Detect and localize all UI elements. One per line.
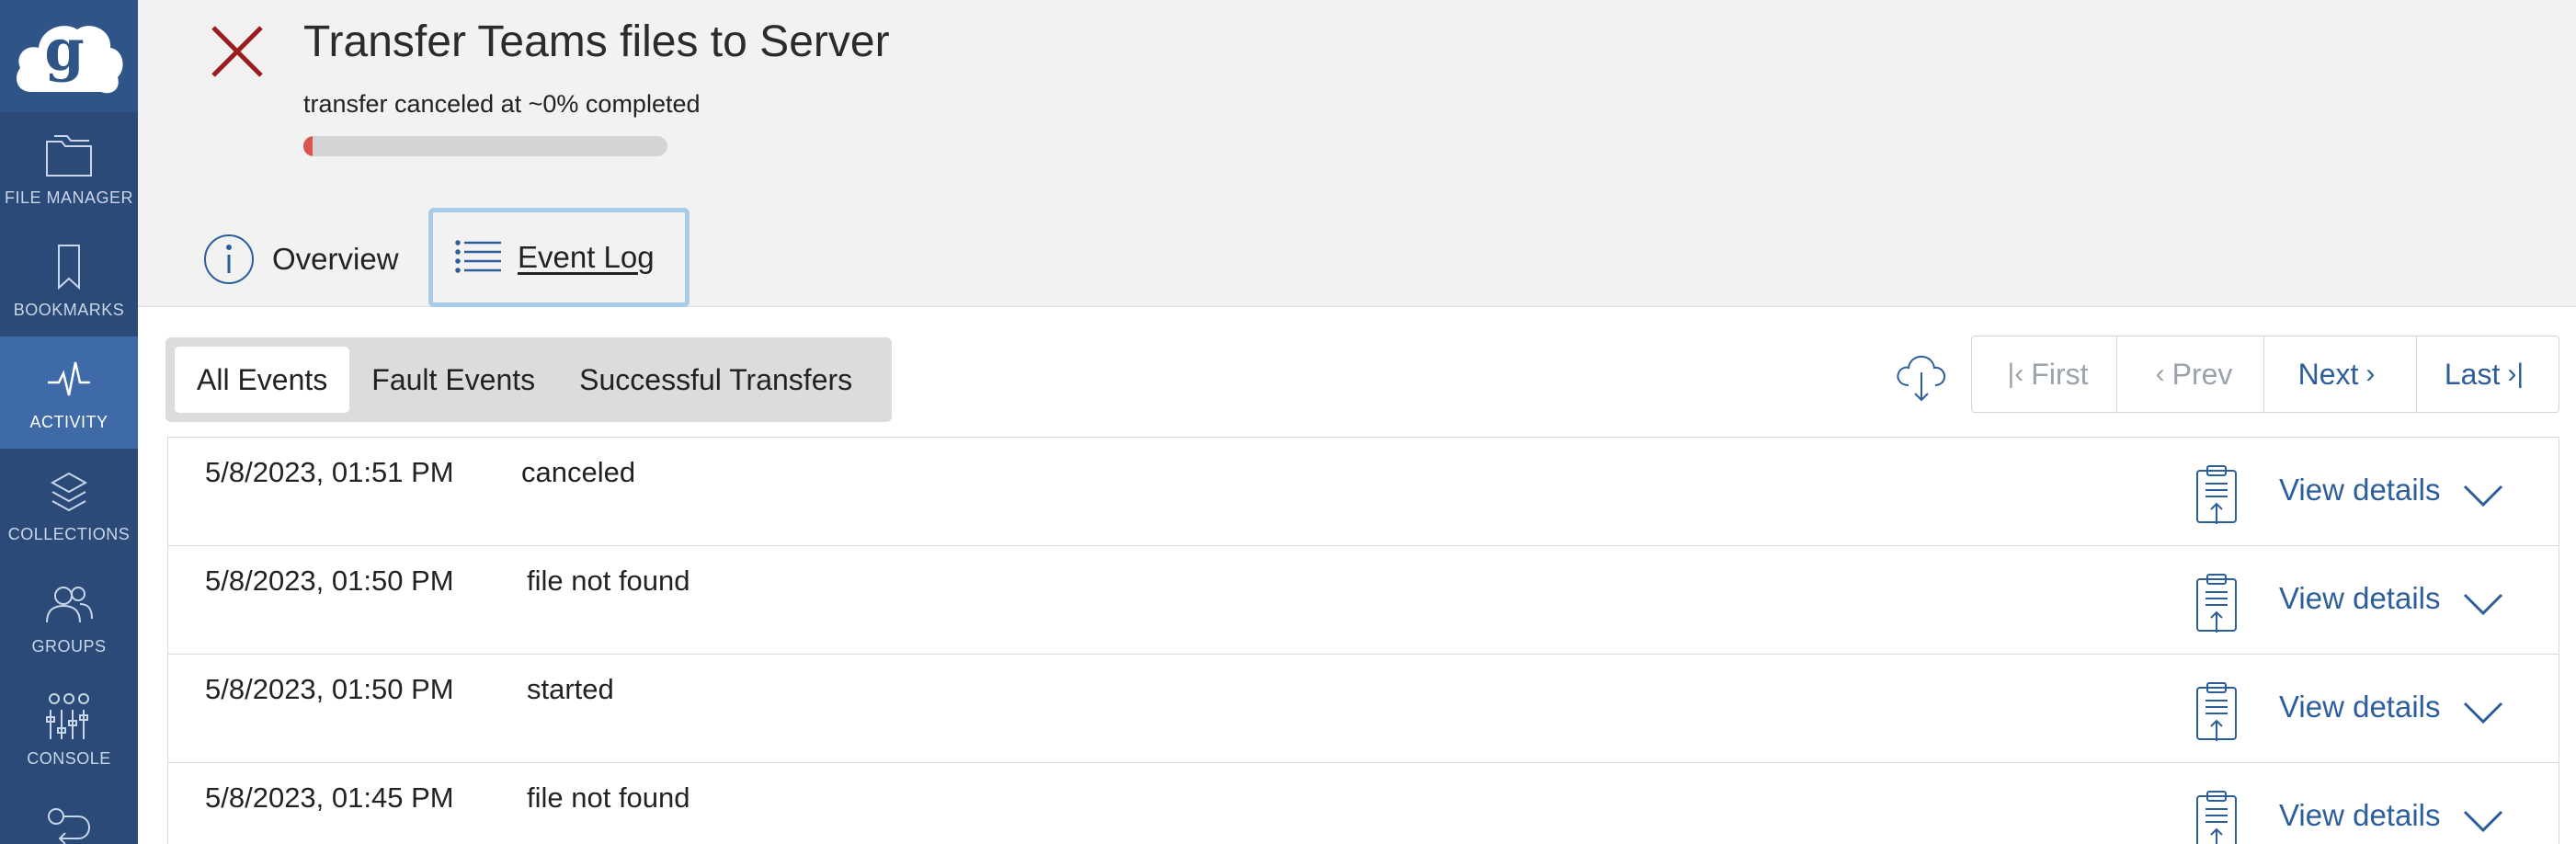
- cloud-download-icon[interactable]: [1894, 348, 1949, 404]
- globus-logo[interactable]: g: [0, 0, 138, 112]
- view-details-link[interactable]: View details: [2279, 473, 2441, 508]
- sidebar-item-bookmarks[interactable]: BOOKMARKS: [0, 224, 138, 336]
- last-page-icon: ›|: [2507, 359, 2525, 389]
- filter-fault-events[interactable]: Fault Events: [349, 347, 557, 413]
- chevron-down-icon[interactable]: [2463, 701, 2503, 724]
- event-time: 5/8/2023, 01:50 PM: [205, 565, 454, 597]
- filter-all-events[interactable]: All Events: [175, 347, 350, 413]
- event-row: 5/8/2023, 01:45 PM file not found View d…: [168, 763, 2559, 844]
- clipboard-icon[interactable]: [2194, 572, 2239, 634]
- event-description: started: [527, 673, 614, 705]
- info-circle-icon: [202, 233, 256, 286]
- event-filter-group: All Events Fault Events Successful Trans…: [165, 337, 892, 422]
- chevron-left-icon: ‹: [2155, 359, 2165, 389]
- event-description: file not found: [527, 565, 690, 597]
- sidebar-item-console[interactable]: CONSOLE: [0, 673, 138, 785]
- tab-bar: Overview Event Log: [184, 208, 690, 307]
- progress-bar-fill: [303, 136, 313, 156]
- chevron-down-icon[interactable]: [2463, 809, 2503, 833]
- filter-successful-transfers[interactable]: Successful Transfers: [557, 347, 874, 413]
- pager-prev-button[interactable]: ‹ Prev: [2117, 336, 2264, 412]
- view-details-link[interactable]: View details: [2279, 690, 2441, 724]
- progress-bar: [303, 136, 667, 156]
- sidebar-item-flows[interactable]: [0, 785, 138, 844]
- event-time: 5/8/2023, 01:51 PM: [205, 456, 454, 488]
- pulse-icon: [41, 352, 97, 407]
- list-icon: [455, 239, 501, 276]
- svg-text:g: g: [44, 17, 84, 84]
- transfer-status-text: transfer canceled at ~0% completed: [303, 90, 701, 118]
- pager-next-button[interactable]: Next ›: [2264, 336, 2417, 412]
- tab-event-log[interactable]: Event Log: [428, 208, 690, 307]
- sliders-icon: [41, 689, 97, 744]
- event-list: 5/8/2023, 01:51 PM canceled View details…: [167, 437, 2559, 844]
- clipboard-icon[interactable]: [2194, 463, 2239, 526]
- sidebar: g FILE MANAGER BOOKMARKS ACTIVITY COLLEC…: [0, 0, 138, 844]
- view-details-link[interactable]: View details: [2279, 581, 2441, 616]
- clipboard-icon[interactable]: [2194, 680, 2239, 743]
- event-row: 5/8/2023, 01:50 PM started View details: [168, 655, 2559, 763]
- tab-overview[interactable]: Overview: [184, 211, 423, 307]
- chevron-right-icon: ›: [2365, 359, 2376, 389]
- layers-icon: [41, 464, 97, 519]
- chevron-down-icon[interactable]: [2463, 484, 2503, 508]
- pager-last-button[interactable]: Last ›|: [2417, 336, 2559, 412]
- sidebar-item-activity[interactable]: ACTIVITY: [0, 336, 138, 449]
- event-row: 5/8/2023, 01:51 PM canceled View details: [168, 438, 2559, 546]
- sidebar-item-collections[interactable]: COLLECTIONS: [0, 449, 138, 561]
- event-time: 5/8/2023, 01:50 PM: [205, 673, 454, 705]
- event-description: file not found: [527, 781, 690, 814]
- event-time: 5/8/2023, 01:45 PM: [205, 781, 454, 814]
- pagination: |‹ First ‹ Prev Next › Last ›|: [1971, 336, 2559, 413]
- sidebar-item-file-manager[interactable]: FILE MANAGER: [0, 112, 138, 224]
- bookmark-icon: [41, 240, 97, 295]
- globus-cloud-logo-icon: g: [17, 17, 123, 94]
- users-icon: [41, 576, 97, 632]
- transfer-header: Transfer Teams files to Server transfer …: [138, 0, 2576, 307]
- first-page-icon: |‹: [2007, 359, 2024, 389]
- event-row: 5/8/2023, 01:50 PM file not found View d…: [168, 546, 2559, 655]
- clipboard-icon[interactable]: [2194, 789, 2239, 844]
- page-title: Transfer Teams files to Server: [303, 17, 890, 66]
- event-description: canceled: [521, 456, 636, 488]
- pager-first-button[interactable]: |‹ First: [1972, 336, 2117, 412]
- flows-icon: [41, 804, 97, 844]
- folder-icon: [41, 128, 97, 183]
- view-details-link[interactable]: View details: [2279, 798, 2441, 833]
- canceled-x-icon: [211, 26, 263, 77]
- chevron-down-icon[interactable]: [2463, 592, 2503, 616]
- event-log-panel: All Events Fault Events Successful Trans…: [138, 308, 2576, 844]
- sidebar-item-groups[interactable]: GROUPS: [0, 561, 138, 673]
